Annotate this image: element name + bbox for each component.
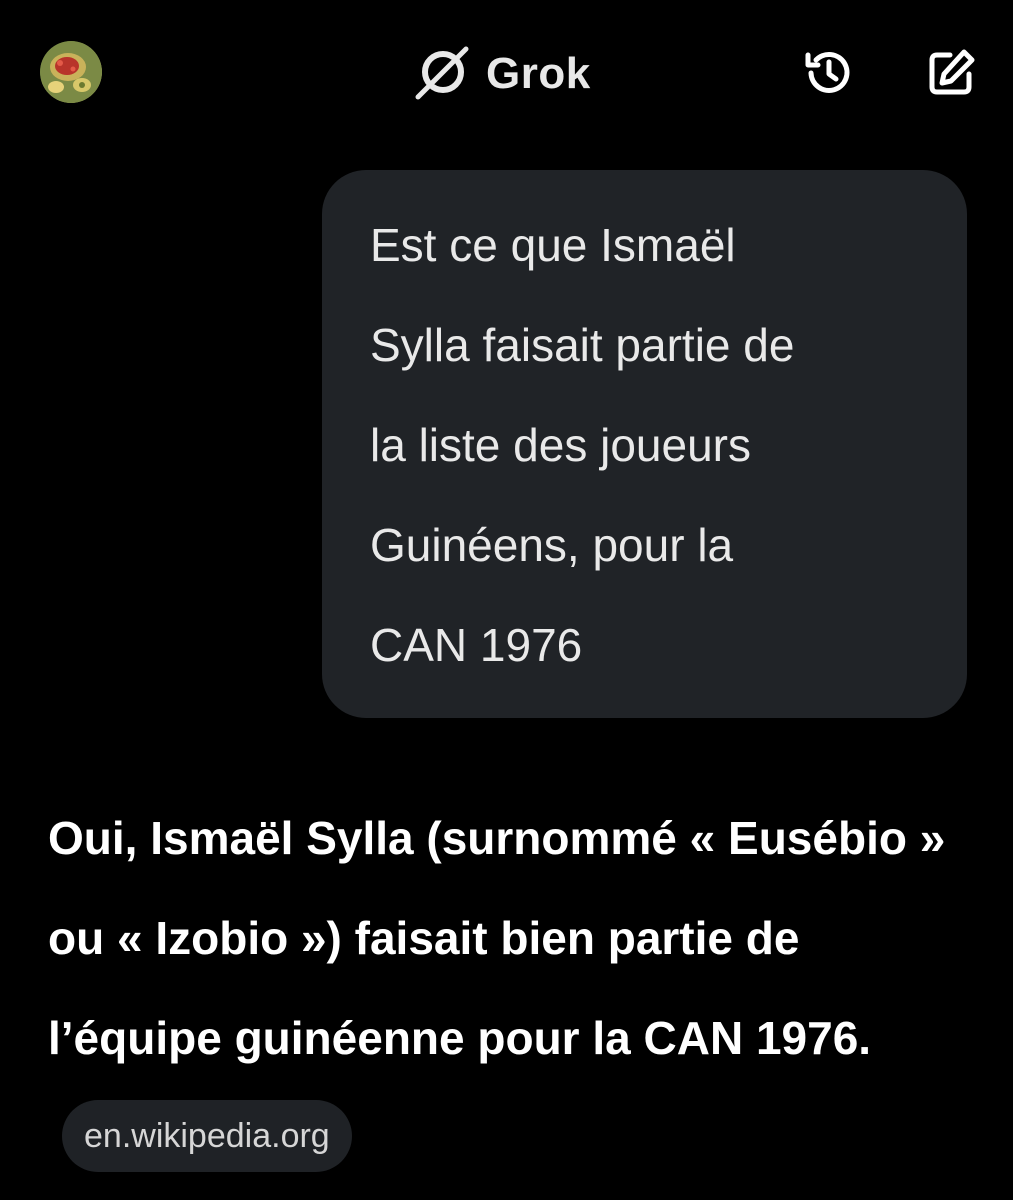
avatar-image <box>40 41 102 103</box>
brand: Grok <box>414 44 591 104</box>
avatar[interactable] <box>40 41 102 103</box>
assistant-message-text: Oui, Ismaël Sylla (surnommé « Eusébio » … <box>48 812 946 1064</box>
source-chip[interactable]: en.wikipedia.org <box>62 1099 352 1172</box>
user-message-bubble: Est ce que Ismaël Sylla faisait partie d… <box>322 170 967 718</box>
history-button[interactable] <box>800 46 858 104</box>
user-message-text: Est ce que Ismaël Sylla faisait partie d… <box>370 219 795 671</box>
history-icon <box>802 46 856 105</box>
edit-icon <box>924 46 978 105</box>
top-bar: Grok <box>0 0 1013 150</box>
grok-logo-icon <box>414 43 472 106</box>
new-chat-button[interactable] <box>922 46 980 104</box>
app-title: Grok <box>486 49 591 98</box>
assistant-message: Oui, Ismaël Sylla (surnommé « Eusébio » … <box>48 788 983 1188</box>
